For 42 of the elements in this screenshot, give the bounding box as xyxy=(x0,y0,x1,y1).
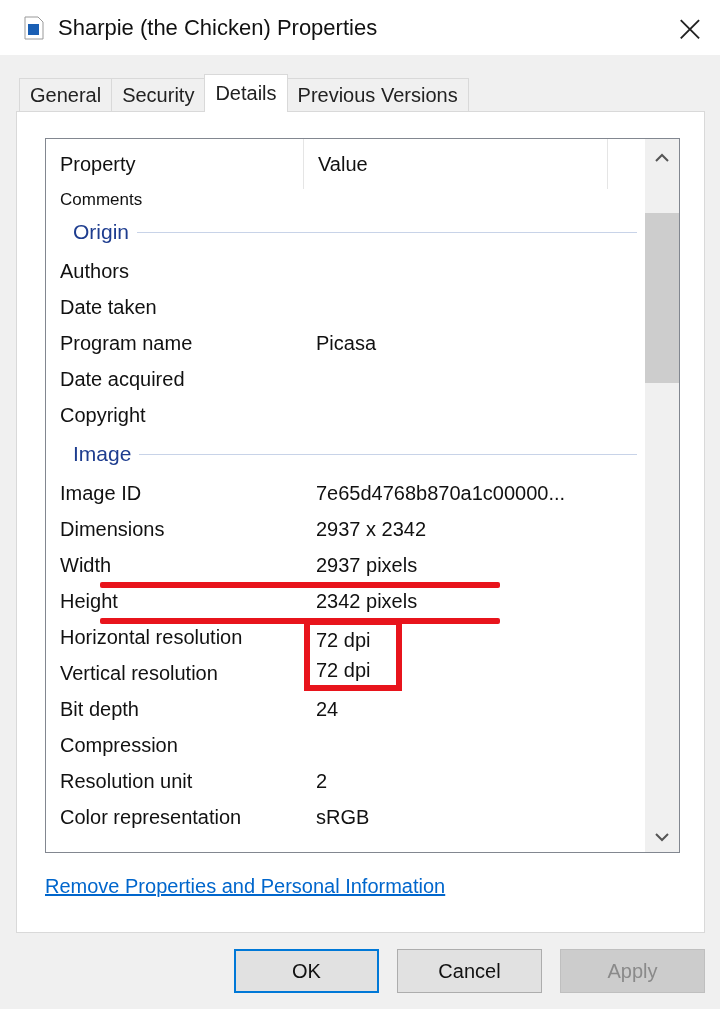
property-name: Color representation xyxy=(60,805,243,829)
property-value: 72 dpi xyxy=(304,655,402,691)
scroll-down-icon[interactable] xyxy=(655,832,669,842)
property-name: Horizontal resolution xyxy=(60,625,244,649)
property-name: Image ID xyxy=(60,481,143,505)
property-value: Picasa xyxy=(316,331,377,355)
property-value: 7e65d4768b870a1c00000... xyxy=(316,481,566,505)
property-name: Comments xyxy=(60,190,144,210)
column-header[interactable]: Value xyxy=(304,139,608,189)
property-name: Date acquired xyxy=(60,367,186,391)
tab[interactable]: Previous Versions xyxy=(286,78,469,111)
property-value: 2937 pixels xyxy=(316,553,418,577)
dialog-button[interactable]: Cancel xyxy=(397,949,542,993)
property-value: sRGB xyxy=(316,805,370,829)
property-value: 2 xyxy=(316,769,328,793)
scroll-thumb[interactable] xyxy=(645,213,679,383)
property-value: 24 xyxy=(316,697,339,721)
property-name: Copyright xyxy=(60,403,147,427)
property-name: Compression xyxy=(60,733,179,757)
column-header[interactable]: Property xyxy=(46,139,304,189)
window-title: Sharpie (the Chicken) Properties xyxy=(58,14,379,41)
scrollbar[interactable] xyxy=(645,139,679,852)
property-name: Width xyxy=(60,553,113,577)
remove-properties-link[interactable]: Remove Properties and Personal Information xyxy=(45,875,446,898)
group-heading: Origin xyxy=(73,220,130,244)
property-name: Bit depth xyxy=(60,697,140,721)
property-name: Height xyxy=(60,589,119,613)
tab[interactable]: Details xyxy=(204,74,288,112)
close-button[interactable]: × xyxy=(660,2,720,53)
property-name: Date taken xyxy=(60,295,158,319)
property-value: 2342 pixels xyxy=(316,589,418,613)
property-name: Authors xyxy=(60,259,130,283)
scroll-up-icon[interactable] xyxy=(655,153,669,163)
property-name: Dimensions xyxy=(60,517,166,541)
property-name: Vertical resolution xyxy=(60,661,219,685)
property-name: Program name xyxy=(60,331,194,355)
property-value: 2937 x 2342 xyxy=(316,517,427,541)
property-name: Resolution unit xyxy=(60,769,194,793)
group-heading: Image xyxy=(73,442,132,466)
image-file-icon xyxy=(24,15,44,40)
tab[interactable]: General xyxy=(19,78,113,111)
dialog-button[interactable]: OK xyxy=(234,949,379,993)
